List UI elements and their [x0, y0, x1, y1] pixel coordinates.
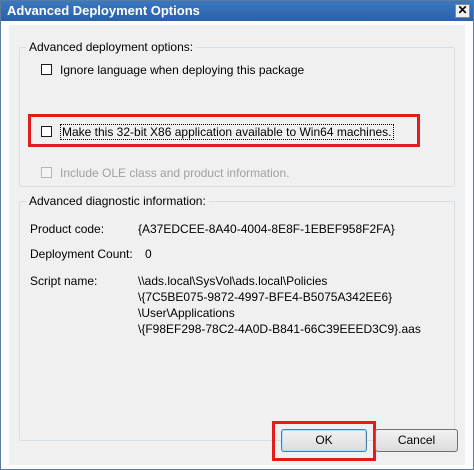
cancel-button[interactable]: Cancel: [375, 429, 458, 452]
include-ole-checkbox: [41, 167, 52, 178]
diagnostic-info-group: Advanced diagnostic information: Product…: [19, 194, 455, 441]
deployment-count-label: Deployment Count:: [30, 247, 133, 261]
close-icon: ✕: [457, 3, 468, 17]
script-name-line: \{F98EF298-78C2-4A0D-B841-66C39EEED3C9}.…: [138, 322, 421, 336]
deployment-options-legend: Advanced deployment options:: [26, 40, 197, 54]
dialog-window: Advanced Deployment Options ✕ Advanced d…: [0, 0, 474, 470]
script-name-line: \\ads.local\SysVol\ads.local\Policies: [138, 274, 328, 288]
script-name-label: Script name:: [30, 274, 98, 288]
deployment-count-value: 0: [145, 247, 152, 261]
product-code-value: {A37EDCEE-8A40-4004-8E8F-1EBEF958F2FA}: [138, 222, 395, 236]
ignore-language-checkbox[interactable]: [41, 64, 52, 75]
script-name-value: \\ads.local\SysVol\ads.local\Policies \{…: [138, 273, 421, 337]
script-name-line: \{7C5BE075-9872-4997-BFE4-B5075A342EE6}: [138, 290, 393, 304]
product-code-label: Product code:: [30, 222, 105, 236]
ignore-language-label: Ignore language when deploying this pack…: [60, 63, 305, 77]
highlight-32bit-option: [28, 114, 420, 147]
highlight-ok-button: [272, 421, 376, 461]
dialog-body: Advanced deployment options: Ignore lang…: [9, 25, 465, 465]
script-name-line: \User\Applications: [138, 306, 235, 320]
diagnostic-info-legend: Advanced diagnostic information:: [26, 194, 209, 208]
title-bar[interactable]: Advanced Deployment Options ✕: [1, 1, 473, 21]
close-button[interactable]: ✕: [455, 4, 470, 18]
include-ole-label: Include OLE class and product informatio…: [60, 166, 290, 180]
dialog-title: Advanced Deployment Options: [7, 3, 200, 18]
